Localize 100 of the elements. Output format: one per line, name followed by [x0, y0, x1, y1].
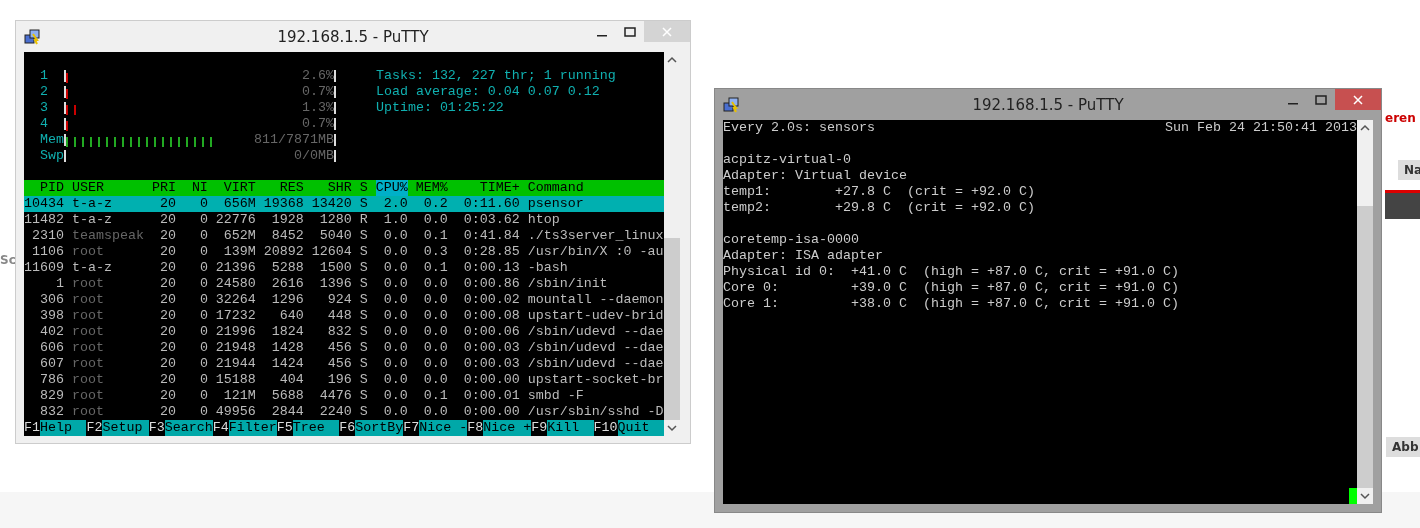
process-row[interactable]: 1106 root 20 0 139M 20892 12604 S 0.0 0.3 0:28.85 /usr/bin/X :0 -au: [24, 244, 664, 260]
function-key-action[interactable]: Quit: [617, 420, 664, 436]
table-cell-text: 4476: [318, 388, 352, 404]
function-key-action[interactable]: Filter: [228, 420, 277, 436]
process-row[interactable]: 11609 t-a-z 20 0 21396 5288 1500 S 0.0 0.1 0:00.13 -bash: [24, 260, 664, 276]
meter-label: 3: [40, 100, 49, 116]
table-cell-text: smbd -F: [527, 388, 585, 404]
function-key-action[interactable]: Kill: [547, 420, 594, 436]
table-cell-text: 0:00.03: [462, 356, 520, 372]
table-cell-text: 0:03.62: [462, 212, 520, 228]
function-key: F1: [24, 420, 40, 436]
table-cell-text: 0.0: [382, 356, 408, 372]
scroll-down-icon[interactable]: [667, 424, 677, 432]
table-cell-text: 20: [158, 212, 176, 228]
column-header[interactable]: RES: [263, 180, 304, 196]
function-key-action[interactable]: SortBy: [355, 420, 404, 436]
scrollbar[interactable]: [1357, 120, 1373, 504]
table-cell: 21944: [215, 356, 256, 372]
table-cell: /sbin/udevd --dae: [527, 356, 664, 372]
table-cell-text: 607: [39, 356, 64, 372]
scroll-up-icon[interactable]: [1360, 124, 1370, 132]
process-row[interactable]: 786 root 20 0 15188 404 196 S 0.0 0.0 0:00.00 upstart-socket-br: [24, 372, 664, 388]
process-row[interactable]: 606 root 20 0 21948 1428 456 S 0.0 0.0 0:00.03 /sbin/udevd --dae: [24, 340, 664, 356]
nav-bar: [1385, 190, 1420, 219]
process-row[interactable]: 11482 t-a-z 20 0 22776 1928 1280 R 1.0 0.0 0:03.62 htop: [24, 212, 664, 228]
table-cell-text: 2616: [270, 276, 304, 292]
function-key-action[interactable]: Search: [164, 420, 213, 436]
scroll-up-icon[interactable]: [667, 56, 677, 64]
column-header[interactable]: PID: [24, 180, 64, 196]
function-key-action[interactable]: Nice -: [419, 420, 468, 436]
process-row[interactable]: 832 root 20 0 49956 2844 2240 S 0.0 0.0 0:00.00 /usr/sbin/sshd -D: [24, 404, 664, 420]
function-key: F10: [593, 420, 618, 436]
column-header[interactable]: PRI: [151, 180, 176, 196]
table-cell-text: 1280: [318, 212, 352, 228]
table-cell-text: root: [71, 340, 105, 356]
process-row[interactable]: 398 root 20 0 17232 640 448 S 0.0 0.0 0:00.08 upstart-udev-brid: [24, 308, 664, 324]
table-cell-text: 786: [39, 372, 64, 388]
table-cell-text: 20: [158, 356, 176, 372]
process-row[interactable]: 10434 t-a-z 20 0 656M 19368 13420 S 2.0 0.2 0:11.60 psensor: [24, 196, 664, 212]
function-key-action[interactable]: Help: [40, 420, 87, 436]
table-cell-text: 0.1: [422, 388, 448, 404]
table-cell-text: 1.0: [382, 212, 408, 228]
table-cell-text: 606: [39, 340, 64, 356]
table-cell: 24580: [215, 276, 256, 292]
table-cell: S: [359, 276, 368, 292]
close-button[interactable]: [1335, 89, 1381, 110]
table-cell-text: 0.0: [422, 356, 448, 372]
table-cell-text: 20: [158, 404, 176, 420]
function-key-action[interactable]: Tree: [292, 420, 340, 436]
table-cell: 13420: [311, 196, 352, 212]
column-header[interactable]: SHR: [311, 180, 352, 196]
process-row[interactable]: 402 root 20 0 21996 1824 832 S 0.0 0.0 0:00.06 /sbin/udevd --dae: [24, 324, 664, 340]
table-cell-text: 0.3: [422, 244, 448, 260]
table-cell-text: 652M: [222, 228, 256, 244]
scroll-down-icon[interactable]: [1360, 492, 1370, 500]
table-cell: 32264: [215, 292, 256, 308]
table-cell-text: 2.0: [382, 196, 408, 212]
table-cell-text: 0: [198, 228, 208, 244]
column-header[interactable]: TIME+: [455, 180, 520, 196]
table-cell-text: 0:00.00: [462, 404, 520, 420]
table-cell-text: 0.0: [382, 260, 408, 276]
process-row[interactable]: 607 root 20 0 21944 1424 456 S 0.0 0.0 0:00.03 /sbin/udevd --dae: [24, 356, 664, 372]
table-cell-text: 1428: [270, 340, 304, 356]
table-cell: 19368: [263, 196, 304, 212]
table-cell-text: 20: [158, 372, 176, 388]
process-row[interactable]: 1 root 20 0 24580 2616 1396 S 0.0 0.0 0:00.86 /sbin/init: [24, 276, 664, 292]
table-cell-text: 0.0: [382, 292, 408, 308]
column-header[interactable]: S: [359, 180, 368, 196]
table-cell: S: [359, 340, 368, 356]
terminal-text: Core 1: +38.0 C (high = +87.0 C, crit = +91.0 C): [723, 296, 1180, 312]
putty-icon: [24, 28, 42, 45]
function-key-action[interactable]: Setup: [102, 420, 149, 436]
page-button[interactable]: Abb: [1386, 437, 1420, 457]
table-cell-text: 832: [39, 404, 64, 420]
table-cell-text: 398: [39, 308, 64, 324]
process-row[interactable]: 829 root 20 0 121M 5688 4476 S 0.0 0.1 0:00.01 smbd -F: [24, 388, 664, 404]
table-cell-text: t-a-z: [71, 196, 113, 212]
table-cell: 12604: [311, 244, 352, 260]
function-key: F2: [86, 420, 103, 436]
table-cell-text: t-a-z: [71, 212, 113, 228]
process-row[interactable]: 2310 teamspeak 20 0 652M 8452 5040 S 0.0 0.1 0:41.84 ./ts3server_linux: [24, 228, 664, 244]
column-header[interactable]: USER: [71, 180, 144, 196]
table-cell-text: 0:00.08: [462, 308, 520, 324]
table-cell-text: psensor: [527, 196, 585, 212]
table-cell: S: [359, 196, 368, 212]
table-cell-text: 2844: [270, 404, 304, 420]
maximize-icon: [624, 26, 636, 37]
column-header[interactable]: MEM%: [415, 180, 448, 196]
table-cell-text: root: [71, 356, 105, 372]
table-cell-text: 196: [326, 372, 352, 388]
table-cell-text: 0: [198, 388, 208, 404]
column-header[interactable]: VIRT: [215, 180, 256, 196]
column-header[interactable]: CPU%: [375, 180, 408, 196]
meter-value: 0.7%: [300, 116, 334, 130]
function-key-action[interactable]: Nice +: [483, 420, 532, 436]
function-key: F8: [467, 420, 484, 436]
process-row[interactable]: 306 root 20 0 32264 1296 924 S 0.0 0.0 0:00.02 mountall --daemon: [24, 292, 664, 308]
column-header[interactable]: NI: [183, 180, 208, 196]
table-cell: 15188: [215, 372, 256, 388]
column-header[interactable]: Command: [527, 180, 664, 196]
